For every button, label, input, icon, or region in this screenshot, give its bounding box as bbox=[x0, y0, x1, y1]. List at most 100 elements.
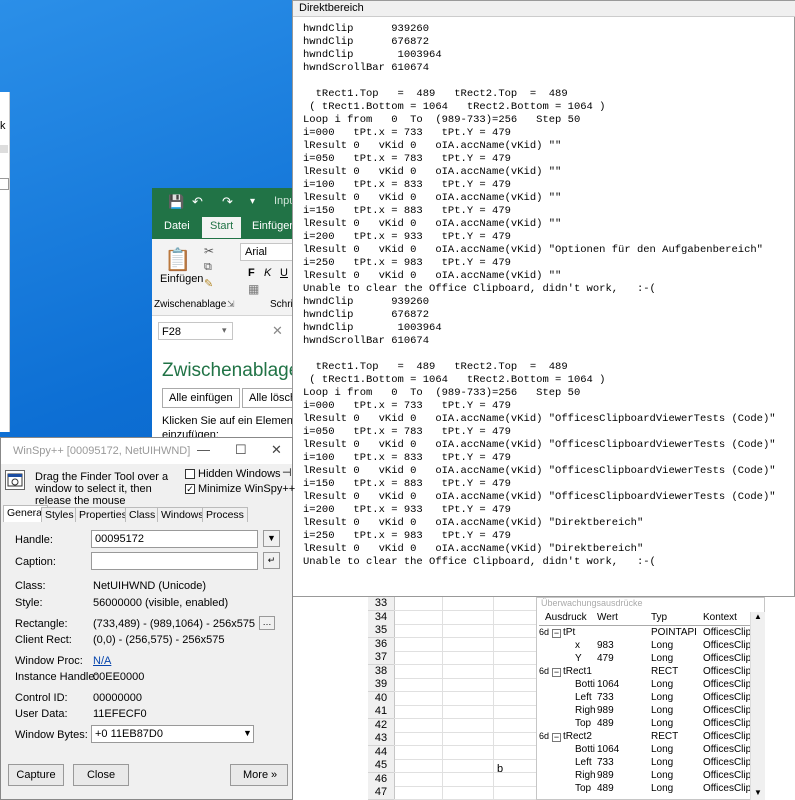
partial-frame bbox=[0, 178, 9, 190]
tab-einfuegen[interactable]: Einfügen bbox=[252, 220, 295, 232]
save-icon[interactable]: 💾 bbox=[168, 194, 184, 210]
collapse-icon[interactable]: − bbox=[552, 733, 561, 742]
grid-row-line bbox=[394, 650, 538, 652]
handle-field[interactable]: 00095172 bbox=[91, 530, 258, 548]
watch-row[interactable]: Botti 1064 Long OfficesClipbc bbox=[539, 744, 764, 757]
caption-field[interactable] bbox=[91, 552, 258, 570]
watch-row[interactable]: Y 479 Long OfficesClipbc bbox=[539, 653, 764, 666]
row-header[interactable]: 40 bbox=[368, 691, 395, 706]
bold-button[interactable]: F bbox=[248, 267, 255, 279]
cut-icon[interactable]: ✂ bbox=[204, 244, 214, 258]
direktbereich-title: Direktbereich bbox=[293, 1, 795, 17]
rectangle-more-icon[interactable]: … bbox=[259, 616, 275, 630]
border-icon[interactable]: ▦ bbox=[248, 282, 259, 296]
finder-tool-icon[interactable] bbox=[5, 470, 25, 490]
window-bytes-dropdown-icon[interactable]: ▼ bbox=[243, 728, 252, 738]
minimize-icon[interactable]: — bbox=[197, 442, 210, 457]
close-button[interactable]: Close bbox=[73, 764, 129, 786]
tab-process[interactable]: Process bbox=[202, 507, 248, 522]
watch-header: Ausdruck Wert Typ Kontext bbox=[539, 611, 764, 626]
italic-button[interactable]: K bbox=[264, 267, 271, 279]
redo-icon[interactable]: ↷ bbox=[222, 194, 233, 210]
immediate-output[interactable]: hwndClip 939260 hwndClip 676872 hwndClip 1… bbox=[303, 23, 793, 593]
watch-col-context[interactable]: Kontext bbox=[703, 612, 737, 623]
row-header[interactable]: 38 bbox=[368, 664, 395, 679]
row-header[interactable]: 47 bbox=[368, 786, 395, 800]
watch-col-expression[interactable]: Ausdruck bbox=[545, 612, 587, 623]
tab-properties[interactable]: Properties bbox=[75, 507, 131, 522]
watch-value: 733 bbox=[597, 757, 614, 768]
handle-dropdown-icon[interactable]: ▼ bbox=[263, 530, 280, 547]
collapse-icon[interactable]: − bbox=[552, 668, 561, 677]
row-header[interactable]: 36 bbox=[368, 637, 395, 652]
watch-row[interactable]: 6d − tPt POINTAPI OfficesClipbc bbox=[539, 627, 764, 640]
watch-row[interactable]: Left 733 Long OfficesClipbc bbox=[539, 692, 764, 705]
clipboard-paste-icon[interactable]: 📋 bbox=[164, 247, 191, 273]
watch-col-type[interactable]: Typ bbox=[651, 612, 667, 623]
capture-button[interactable]: Capture bbox=[8, 764, 64, 786]
handle-value: 00095172 bbox=[95, 533, 144, 545]
watch-value: 989 bbox=[597, 705, 614, 716]
row-header[interactable]: 33 bbox=[368, 597, 395, 611]
row-header[interactable]: 34 bbox=[368, 610, 395, 625]
underline-button[interactable]: U bbox=[280, 267, 288, 279]
watch-row[interactable]: 6d − tRect2 RECT OfficesClipbc bbox=[539, 731, 764, 744]
row-header[interactable]: 44 bbox=[368, 745, 395, 760]
watch-row[interactable]: Top 489 Long OfficesClipbc bbox=[539, 718, 764, 731]
row-header[interactable]: 42 bbox=[368, 718, 395, 733]
close-icon[interactable]: ✕ bbox=[271, 442, 282, 458]
watch-col-value[interactable]: Wert bbox=[597, 612, 618, 623]
grid-row-line bbox=[394, 677, 538, 679]
window-bytes-select[interactable]: +0 11EB87D0 bbox=[91, 725, 254, 743]
hidden-windows-checkbox[interactable] bbox=[185, 469, 195, 479]
output-line: lResult 0 vKid 0 oIA.accName(vKid) "Opti… bbox=[303, 244, 763, 256]
copy-icon[interactable]: ⧉ bbox=[204, 261, 212, 274]
tab-windows[interactable]: Windows bbox=[157, 507, 208, 522]
row-header[interactable]: 37 bbox=[368, 651, 395, 665]
more-button[interactable]: More » bbox=[230, 764, 288, 786]
minimize-winspy-checkbox[interactable]: ✓ bbox=[185, 484, 195, 494]
watch-icon: 6d bbox=[539, 627, 550, 637]
tab-styles[interactable]: Styles bbox=[41, 507, 78, 522]
watch-row[interactable]: Top 489 Long OfficesClipbc bbox=[539, 783, 764, 796]
collapse-icon[interactable]: − bbox=[552, 629, 561, 638]
maximize-icon[interactable]: ☐ bbox=[235, 442, 247, 458]
cancel-formula-icon[interactable]: ✕ bbox=[272, 323, 283, 339]
output-line: hwndClip 1003964 bbox=[303, 49, 442, 61]
watch-row[interactable]: Left 733 Long OfficesClipbc bbox=[539, 757, 764, 770]
grid-row-line bbox=[394, 704, 538, 706]
watch-expression: Top bbox=[575, 718, 592, 729]
cell-b45[interactable]: b bbox=[497, 763, 503, 775]
row-header[interactable]: 39 bbox=[368, 678, 395, 692]
tab-start[interactable]: Start bbox=[202, 217, 242, 238]
row-header[interactable]: 43 bbox=[368, 732, 395, 746]
caption-apply-icon[interactable]: ↵ bbox=[263, 552, 280, 569]
watch-row[interactable]: x 983 Long OfficesClipbc bbox=[539, 640, 764, 653]
scroll-down-icon[interactable]: ▼ bbox=[754, 788, 762, 797]
quick-access-menu-icon[interactable]: ▾ bbox=[250, 196, 255, 207]
watch-row[interactable]: Righ 989 Long OfficesClipbc bbox=[539, 770, 764, 783]
dialog-launcher-icon[interactable]: ⇲ bbox=[227, 299, 235, 310]
paste-all-button[interactable]: Alle einfügen bbox=[162, 388, 240, 408]
output-line: i=150 tPt.x = 883 tPt.Y = 479 bbox=[303, 205, 511, 217]
row-header[interactable]: 46 bbox=[368, 772, 395, 787]
scroll-up-icon[interactable]: ▲ bbox=[754, 612, 762, 621]
window-proc-link[interactable]: N/A bbox=[93, 655, 111, 667]
grid-row-line bbox=[394, 718, 538, 719]
watch-row[interactable]: Righ 989 Long OfficesClipbc bbox=[539, 705, 764, 718]
name-box-dropdown-icon[interactable]: ▾ bbox=[222, 325, 227, 336]
watch-row[interactable]: 6d − tRect1 RECT OfficesClipbc bbox=[539, 666, 764, 679]
row-header[interactable]: 41 bbox=[368, 705, 395, 719]
watch-type: Long bbox=[651, 705, 674, 716]
row-header[interactable]: 35 bbox=[368, 624, 395, 638]
ribbon: 📋 Einfügen ✂ ⧉ ✎ Zwischenablage ⇲ Arial … bbox=[152, 239, 302, 316]
format-painter-icon[interactable]: ✎ bbox=[204, 277, 213, 290]
paste-button-label[interactable]: Einfügen bbox=[160, 273, 203, 285]
pin-icon[interactable]: ⊣ bbox=[282, 466, 292, 479]
undo-icon[interactable]: ↶ bbox=[192, 194, 203, 210]
watch-scrollbar[interactable]: ▲ ▼ bbox=[750, 612, 765, 800]
watch-row[interactable]: Botti 1064 Long OfficesClipbc bbox=[539, 679, 764, 692]
row-header[interactable]: 45 bbox=[368, 759, 395, 773]
tab-datei[interactable]: Datei bbox=[164, 220, 190, 232]
tab-class[interactable]: Class bbox=[125, 507, 160, 522]
